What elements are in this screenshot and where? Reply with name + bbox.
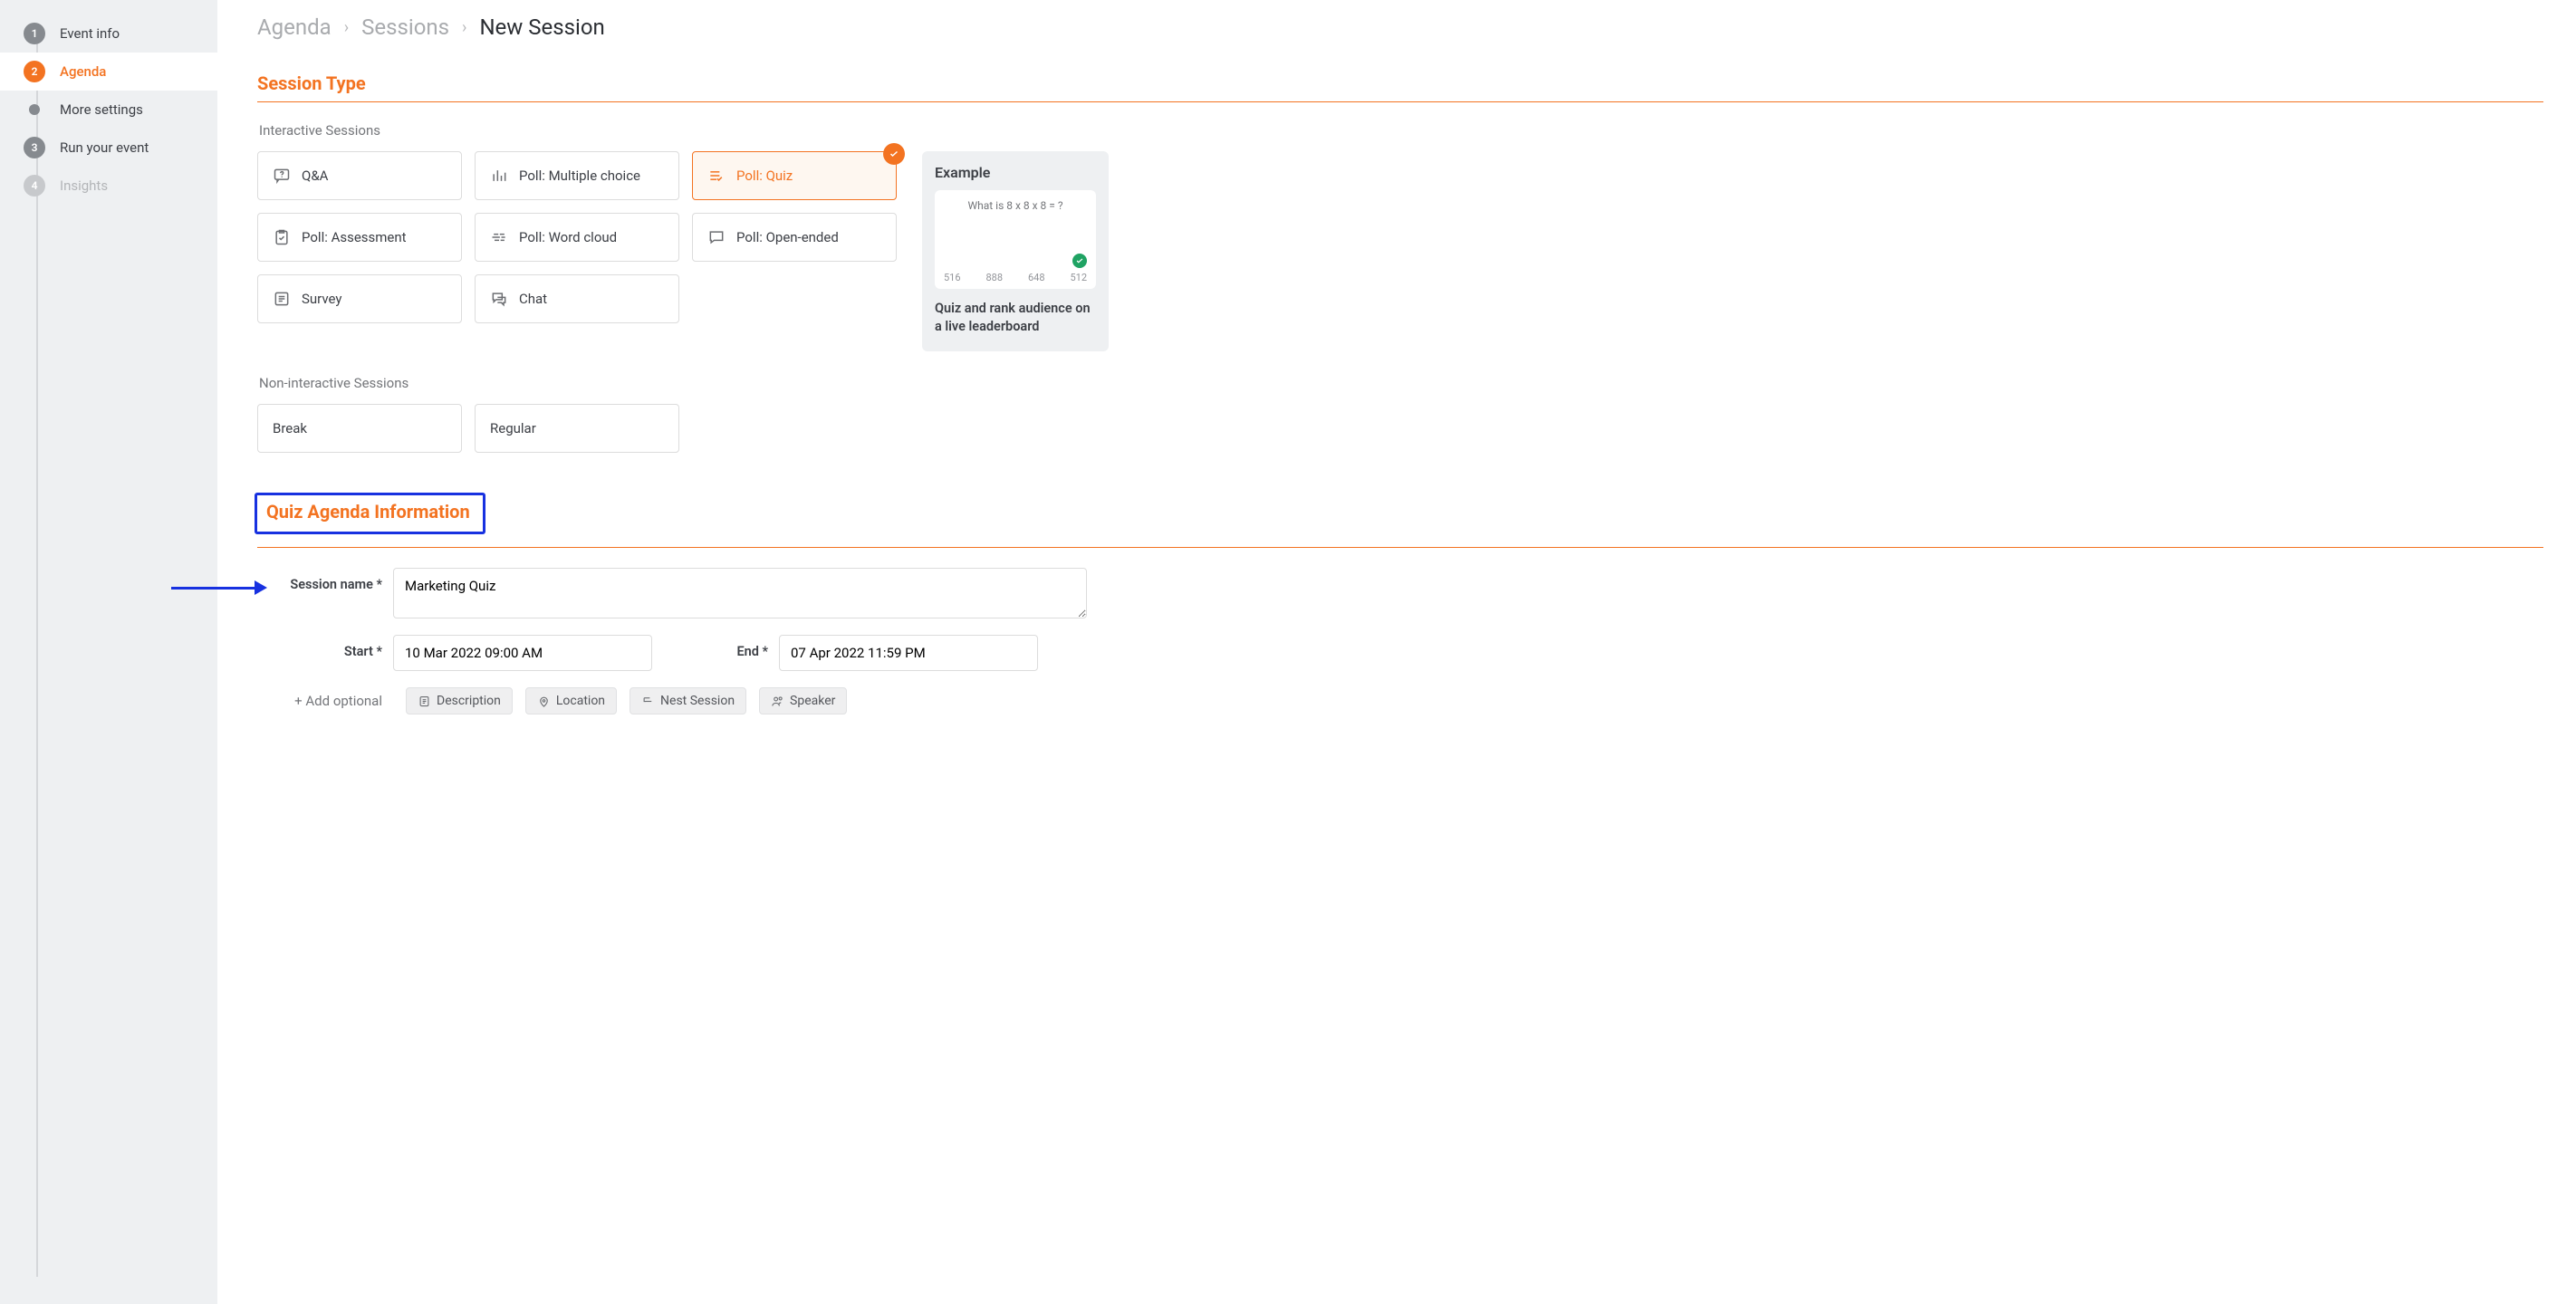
session-type-qa[interactable]: Q&A xyxy=(257,151,462,200)
step-label: Insights xyxy=(60,177,108,194)
document-icon xyxy=(418,695,431,708)
chevron-right-icon: › xyxy=(344,18,349,37)
pill-label: Nest Session xyxy=(660,694,735,708)
breadcrumb-sessions[interactable]: Sessions xyxy=(361,14,449,40)
sidebar-item-event-info[interactable]: 1 Event info xyxy=(0,14,217,53)
example-title: Example xyxy=(935,164,1096,181)
end-row: End * xyxy=(725,635,1038,671)
step-label: More settings xyxy=(60,101,143,118)
list-icon xyxy=(273,290,291,308)
pill-label: Speaker xyxy=(790,694,835,708)
session-type-label: Poll: Assessment xyxy=(302,229,407,245)
optional-speaker-button[interactable]: Speaker xyxy=(759,687,847,714)
session-type-label: Poll: Word cloud xyxy=(519,229,617,245)
chart-label: 512 xyxy=(1070,272,1087,283)
location-pin-icon xyxy=(537,695,551,708)
speaker-person-icon xyxy=(771,695,784,708)
optional-nest-session-button[interactable]: Nest Session xyxy=(630,687,746,714)
speech-bubble-icon xyxy=(707,228,726,246)
session-type-assessment[interactable]: Poll: Assessment xyxy=(257,213,462,262)
chart-label: 648 xyxy=(1028,272,1045,283)
nest-icon xyxy=(641,695,655,708)
session-type-openended[interactable]: Poll: Open-ended xyxy=(692,213,897,262)
session-type-regular[interactable]: Regular xyxy=(475,404,679,453)
step-number: 1 xyxy=(24,23,45,44)
sidebar-item-insights[interactable]: 4 Insights xyxy=(0,167,217,205)
noninteractive-session-grid: Break Regular xyxy=(257,404,2543,453)
session-type-label: Poll: Multiple choice xyxy=(519,168,640,184)
session-type-label: Break xyxy=(273,420,307,436)
pill-label: Location xyxy=(556,694,605,708)
lines-icon xyxy=(490,228,508,246)
chart-label: 888 xyxy=(985,272,1003,283)
step-number: 4 xyxy=(24,175,45,197)
step-label: Run your event xyxy=(60,139,149,156)
add-optional-label: + Add optional xyxy=(257,693,393,709)
session-type-survey[interactable]: Survey xyxy=(257,274,462,323)
noninteractive-sessions-heading: Non-interactive Sessions xyxy=(259,375,2543,391)
end-datetime-input[interactable] xyxy=(779,635,1038,671)
annotation-arrow xyxy=(171,580,267,595)
annotation-highlight-box: Quiz Agenda Information xyxy=(255,493,485,534)
section-underline xyxy=(257,101,2543,102)
session-type-label: Survey xyxy=(302,291,342,307)
chart-label: 516 xyxy=(944,272,961,283)
sidebar-rail xyxy=(36,27,38,1277)
section-underline xyxy=(257,547,2543,548)
quiz-agenda-section: Quiz Agenda Information Session name * S… xyxy=(257,489,2543,714)
breadcrumb: Agenda › Sessions › New Session xyxy=(257,14,2543,40)
bar-chart-icon xyxy=(490,167,508,185)
clipboard-check-icon xyxy=(273,228,291,246)
interactive-session-grid: Q&A Poll: Multiple choice Poll: Quiz xyxy=(257,151,897,323)
session-type-quiz[interactable]: Poll: Quiz xyxy=(692,151,897,200)
start-row: Start * xyxy=(257,635,652,671)
optional-location-button[interactable]: Location xyxy=(525,687,617,714)
question-icon xyxy=(273,167,291,185)
start-datetime-input[interactable] xyxy=(393,635,652,671)
step-label: Agenda xyxy=(60,63,106,80)
chevron-right-icon: › xyxy=(462,18,466,37)
step-number: 2 xyxy=(24,61,45,82)
step-number: 3 xyxy=(24,137,45,158)
session-type-break[interactable]: Break xyxy=(257,404,462,453)
step-label: Event info xyxy=(60,25,120,42)
example-chart-title: What is 8 x 8 x 8 = ? xyxy=(944,199,1087,212)
example-description: Quiz and rank audience on a live leaderb… xyxy=(935,300,1096,335)
session-type-label: Poll: Quiz xyxy=(736,168,793,184)
session-type-chat[interactable]: Chat xyxy=(475,274,679,323)
interactive-sessions-heading: Interactive Sessions xyxy=(259,122,2543,139)
optional-description-button[interactable]: Description xyxy=(406,687,513,714)
add-optional-row: + Add optional Description Location Nest… xyxy=(257,687,2543,714)
correct-answer-icon xyxy=(1072,254,1087,268)
session-type-label: Poll: Open-ended xyxy=(736,229,839,245)
example-panel: Example What is 8 x 8 x 8 = ? 516 888 xyxy=(922,151,1109,351)
selected-check-icon xyxy=(883,143,905,165)
session-name-label: Session name * xyxy=(257,568,393,592)
example-chart: What is 8 x 8 x 8 = ? 516 888 648 512 xyxy=(935,190,1096,289)
step-bullet xyxy=(29,104,40,115)
section-title-session-type: Session Type xyxy=(257,72,2543,94)
sidebar-item-agenda[interactable]: 2 Agenda xyxy=(0,53,217,91)
session-type-multiple-choice[interactable]: Poll: Multiple choice xyxy=(475,151,679,200)
sidebar-item-more-settings[interactable]: More settings xyxy=(0,91,217,129)
pill-label: Description xyxy=(437,694,501,708)
main-content: Agenda › Sessions › New Session Session … xyxy=(217,0,2576,1304)
chat-icon xyxy=(490,290,508,308)
start-label: Start * xyxy=(257,635,393,659)
breadcrumb-current: New Session xyxy=(479,14,604,40)
session-type-label: Q&A xyxy=(302,168,328,184)
example-chart-bars xyxy=(944,219,1087,266)
breadcrumb-agenda[interactable]: Agenda xyxy=(257,14,332,40)
session-type-wordcloud[interactable]: Poll: Word cloud xyxy=(475,213,679,262)
session-type-label: Regular xyxy=(490,420,536,436)
session-name-row: Session name * xyxy=(257,568,2543,618)
end-label: End * xyxy=(725,635,779,659)
session-type-label: Chat xyxy=(519,291,547,307)
session-name-input[interactable] xyxy=(393,568,1087,618)
quiz-check-icon xyxy=(707,167,726,185)
sidebar: 1 Event info 2 Agenda More settings 3 Ru… xyxy=(0,0,217,1304)
section-title-quiz-agenda: Quiz Agenda Information xyxy=(266,501,470,523)
sidebar-item-run-event[interactable]: 3 Run your event xyxy=(0,129,217,167)
